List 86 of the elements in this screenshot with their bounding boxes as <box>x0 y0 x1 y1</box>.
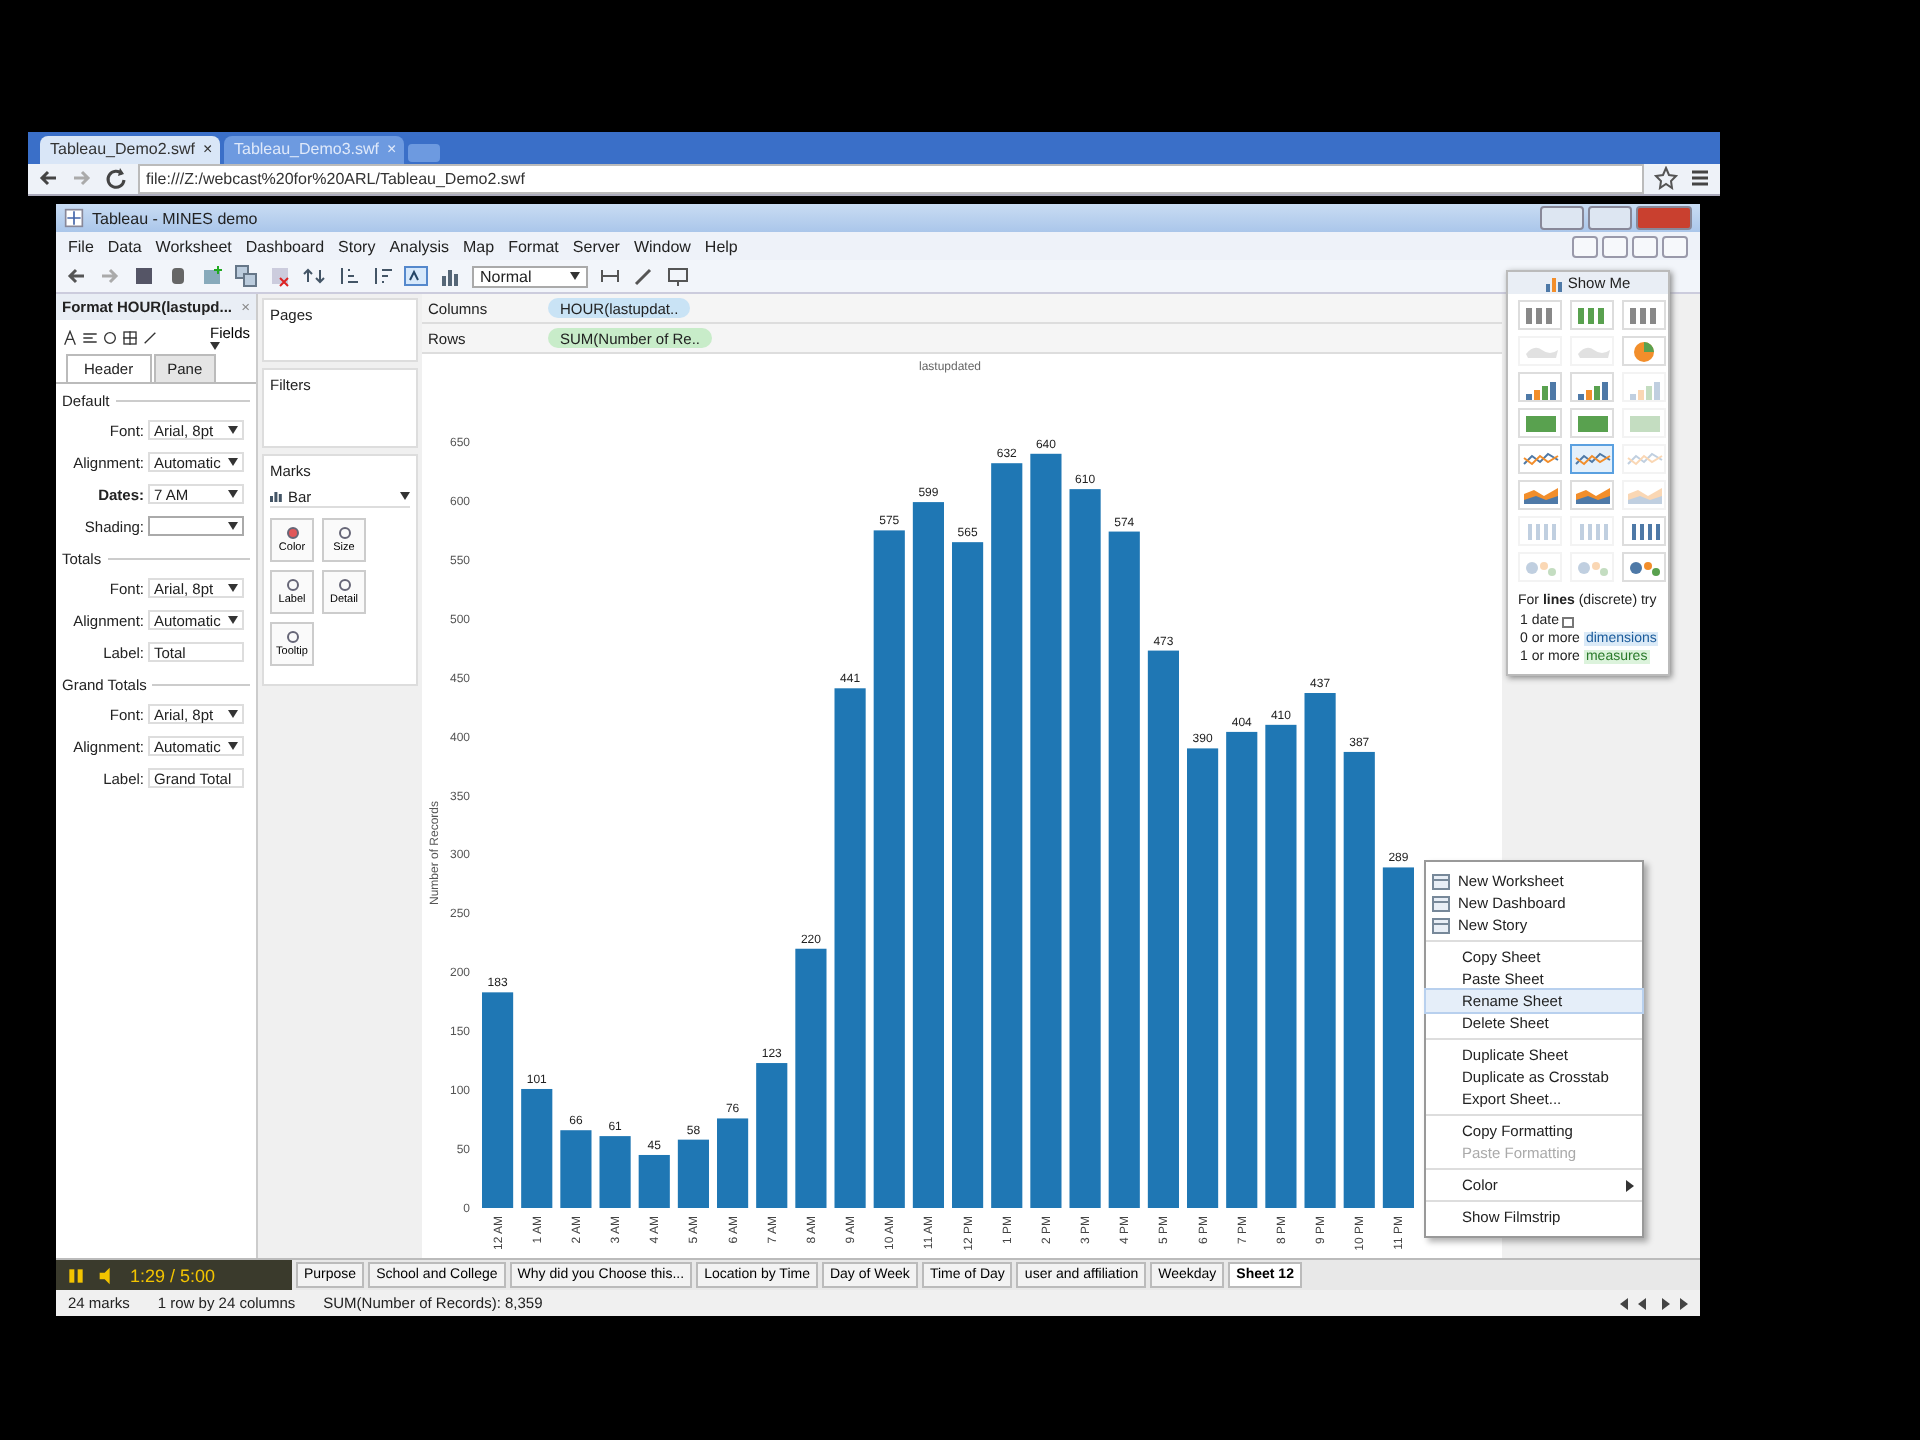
tab-close-button[interactable]: × <box>202 140 213 158</box>
view-button[interactable] <box>1602 235 1628 257</box>
bar <box>677 1139 709 1208</box>
app-icon[interactable] <box>64 208 84 228</box>
chart-icon[interactable] <box>438 264 462 288</box>
sort-ascending-icon[interactable] <box>336 264 360 288</box>
menu-item[interactable]: File <box>68 237 94 255</box>
sort-descending-icon[interactable] <box>370 264 394 288</box>
lines-icon[interactable] <box>142 329 158 345</box>
bar <box>599 1136 631 1208</box>
highlight-icon[interactable] <box>632 264 656 288</box>
chart-thumbnail-icon <box>1624 410 1664 436</box>
new-sheet-icon[interactable] <box>200 264 224 288</box>
menu-item[interactable]: Dashboard <box>245 237 325 255</box>
database-icon[interactable] <box>166 264 190 288</box>
chart-thumbnail-icon <box>1572 482 1612 508</box>
align-icon[interactable] <box>82 329 98 345</box>
menu-item[interactable]: Server <box>572 237 620 255</box>
sheet-icon <box>1432 873 1450 889</box>
circle-icon <box>285 578 299 592</box>
chart-thumbnail-icon <box>1520 410 1560 436</box>
menu-item[interactable]: Help <box>704 237 738 255</box>
submenu-arrow-icon <box>1626 1179 1634 1191</box>
dropdown-caret-icon <box>228 710 238 718</box>
chart-thumbnail-icon <box>1624 482 1664 508</box>
back-icon[interactable] <box>36 166 60 191</box>
menu-item[interactable]: Worksheet <box>155 237 232 255</box>
star-icon[interactable] <box>1654 166 1678 191</box>
window-title: Tableau - MINES demo <box>92 209 258 227</box>
presentation-icon[interactable] <box>666 264 690 288</box>
menu-item[interactable]: Story <box>338 237 376 255</box>
calendar-icon <box>1562 615 1575 627</box>
font-icon[interactable] <box>62 329 78 345</box>
dropdown-caret-icon <box>228 458 238 466</box>
video-time: 1:29 / 5:00 <box>130 1265 216 1285</box>
bar <box>717 1118 749 1208</box>
clear-sheet-icon[interactable] <box>268 264 292 288</box>
fix-axes-icon[interactable] <box>598 264 622 288</box>
view-button[interactable] <box>1632 235 1658 257</box>
maximize-button[interactable] <box>1588 206 1632 230</box>
chart-thumbnail-icon <box>1520 482 1560 508</box>
circle-icon <box>285 526 299 540</box>
undo-icon[interactable] <box>64 264 88 288</box>
dropdown-caret-icon <box>400 492 410 500</box>
dropdown-caret-icon <box>228 522 238 530</box>
view-button[interactable] <box>1662 235 1688 257</box>
save-icon[interactable] <box>132 264 156 288</box>
dropdown-caret-icon <box>228 490 238 498</box>
bar <box>638 1154 670 1208</box>
dropdown-caret-icon <box>228 742 238 750</box>
bar <box>560 1130 592 1208</box>
browser-tab[interactable]: Tableau_Demo2.swf × <box>40 135 220 163</box>
menu-icon[interactable] <box>1688 166 1712 191</box>
bar-chart-icon <box>270 490 282 502</box>
address-bar[interactable]: file:///Z:/webcast%20for%20ARL/Tableau_Demo2.swf <box>138 163 1644 194</box>
view-button[interactable] <box>1572 235 1598 257</box>
reload-icon[interactable] <box>104 166 128 191</box>
chart-type-button[interactable] <box>1570 444 1614 474</box>
sheet-navigation-icon[interactable] <box>1620 1297 1688 1309</box>
sheet-icon <box>1432 917 1450 933</box>
format-dropdown[interactable] <box>148 516 244 536</box>
dropdown-caret-icon <box>228 616 238 624</box>
menu-item[interactable]: Data <box>107 237 142 255</box>
sheet-icon <box>1432 895 1450 911</box>
menu-item[interactable]: Analysis <box>389 237 449 255</box>
show-labels-icon[interactable] <box>404 264 428 288</box>
menu-item[interactable]: Format <box>508 237 559 255</box>
bar-chart-icon <box>1545 275 1562 291</box>
dropdown-caret-icon <box>570 272 580 280</box>
dropdown-caret-icon <box>209 342 220 350</box>
borders-icon[interactable] <box>122 329 138 345</box>
circle-icon <box>285 630 299 644</box>
menu-item[interactable]: Window <box>633 237 691 255</box>
swap-icon[interactable] <box>302 264 326 288</box>
dropdown-caret-icon <box>228 584 238 592</box>
dropdown-caret-icon <box>228 426 238 434</box>
fit-dropdown[interactable]: Normal <box>472 265 588 287</box>
menu-item[interactable]: Map <box>463 237 495 255</box>
shading-icon[interactable] <box>102 329 118 345</box>
duplicate-icon[interactable] <box>234 264 258 288</box>
bar <box>521 1089 553 1208</box>
chart-thumbnail-icon <box>1572 410 1612 436</box>
play-pause-icon[interactable] <box>66 1265 86 1285</box>
circle-icon <box>337 526 351 540</box>
minimize-button[interactable] <box>1540 206 1584 230</box>
circle-icon <box>337 578 351 592</box>
